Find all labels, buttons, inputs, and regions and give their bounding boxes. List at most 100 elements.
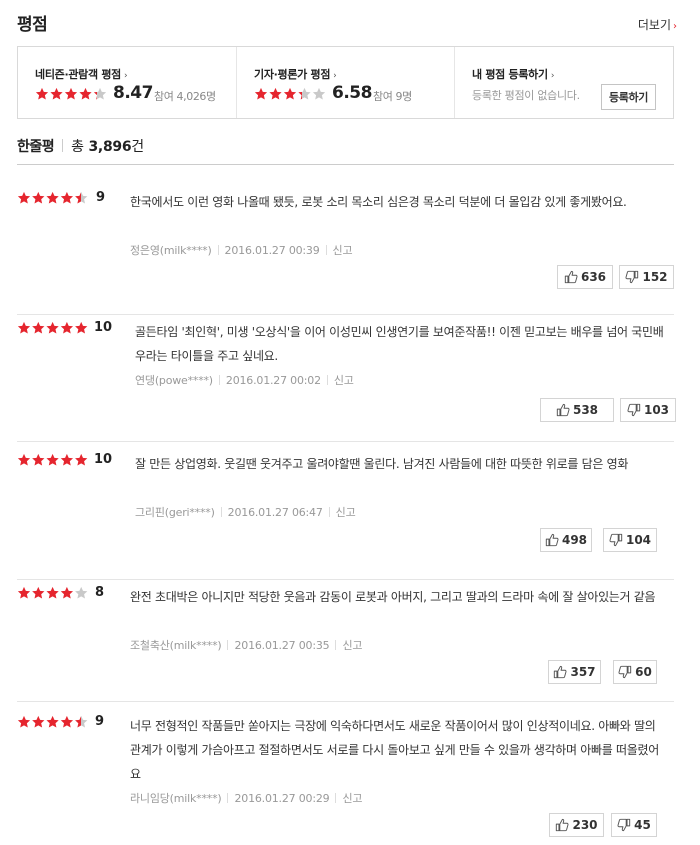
divider xyxy=(218,375,220,385)
review-author: 조철축산(milk****) xyxy=(130,639,222,652)
star-icon xyxy=(50,87,63,100)
dislike-button[interactable]: 45 xyxy=(611,813,657,837)
star-icon xyxy=(35,87,49,100)
critic-rating-title: 기자·평론가 평점 xyxy=(254,68,331,81)
stars-graphic xyxy=(35,87,107,100)
review-meta: 조철축산(milk****) 2016.01.27 00:35 신고 xyxy=(130,637,362,653)
chevron-right-icon: › xyxy=(333,71,337,81)
thumbs-down-icon xyxy=(627,403,641,417)
more-label: 더보기 xyxy=(637,18,671,32)
thumbs-up-icon xyxy=(556,818,569,832)
report-link[interactable]: 신고 xyxy=(336,506,356,519)
report-link[interactable]: 신고 xyxy=(334,374,354,387)
review-score: 9 xyxy=(96,190,106,205)
review-author: 연댕(powe****) xyxy=(135,374,213,387)
dislike-button[interactable]: 60 xyxy=(613,660,657,684)
chevron-right-icon: › xyxy=(550,71,555,81)
dislike-count: 60 xyxy=(635,665,652,679)
star-icon xyxy=(46,321,59,334)
star-rating xyxy=(17,585,88,604)
report-link[interactable]: 신고 xyxy=(342,639,362,652)
more-link[interactable]: 더보기 › xyxy=(638,16,677,33)
register-rating-button[interactable]: 등록하기 xyxy=(601,84,656,110)
review-text: 골든타임 '최인혁', 미생 '오상식'을 이어 이성민씨 인생연기를 보여준작… xyxy=(135,325,664,363)
stars-graphic xyxy=(17,191,88,204)
star-icon xyxy=(79,87,92,100)
star-icon xyxy=(75,715,88,728)
like-count: 230 xyxy=(572,818,598,832)
star-icon xyxy=(75,321,88,334)
divider xyxy=(220,507,222,517)
star-icon xyxy=(75,586,88,599)
like-button[interactable]: 636 xyxy=(557,265,613,289)
star-icon xyxy=(46,715,59,728)
thumbs-down-icon xyxy=(617,818,631,832)
my-rating-title-link[interactable]: 내 평점 등록하기 › xyxy=(472,66,554,82)
like-button[interactable]: 230 xyxy=(549,813,604,837)
star-icon xyxy=(32,586,45,599)
stars-graphic xyxy=(17,321,88,334)
dislike-button[interactable]: 104 xyxy=(603,528,657,552)
netizen-score: 8.47 xyxy=(113,83,153,103)
star-icon xyxy=(32,321,45,334)
star-icon xyxy=(283,87,297,100)
review-text: 너무 전형적인 작품들만 쏟아지는 극장에 익숙하다면서도 새로운 작품이어서 … xyxy=(130,719,659,781)
critic-rating-title-link[interactable]: 기자·평론가 평점 › xyxy=(254,66,337,82)
review-author: 그리핀(geri****) xyxy=(135,506,215,519)
star-icon xyxy=(269,87,282,100)
review-meta: 정은영(milk****) 2016.01.27 00:39 신고 xyxy=(130,242,353,258)
page-title: 평점 xyxy=(17,15,48,35)
like-button[interactable]: 538 xyxy=(540,398,614,422)
star-icon xyxy=(60,586,74,599)
stars-graphic xyxy=(17,715,88,728)
review-meta: 라니임당(milk****) 2016.01.27 00:29 신고 xyxy=(130,790,362,806)
divider xyxy=(17,314,674,315)
divider xyxy=(62,139,64,152)
no-rating-text: 등록한 평점이 없습니다. xyxy=(472,89,580,102)
report-link[interactable]: 신고 xyxy=(342,792,362,805)
review-date: 2016.01.27 06:47 xyxy=(227,506,323,519)
star-icon xyxy=(46,191,59,204)
dislike-count: 45 xyxy=(634,818,651,832)
review-meta: 그리핀(geri****) 2016.01.27 06:47 신고 xyxy=(135,504,356,520)
netizen-rating-title-link[interactable]: 네티즌·관람객 평점 › xyxy=(35,66,128,82)
star-icon xyxy=(60,453,74,466)
star-icon xyxy=(17,586,31,599)
my-rating-title: 내 평점 등록하기 xyxy=(472,68,548,81)
star-rating xyxy=(35,86,107,105)
star-rating xyxy=(17,714,88,733)
star-icon xyxy=(60,321,74,334)
critic-participants: 참여 9명 xyxy=(373,90,412,103)
star-icon xyxy=(17,191,31,204)
dislike-count: 103 xyxy=(643,403,670,417)
divider xyxy=(227,640,229,650)
like-button[interactable]: 498 xyxy=(540,528,592,552)
stars-graphic xyxy=(254,87,326,100)
star-icon xyxy=(17,321,31,334)
review-meta: 연댕(powe****) 2016.01.27 00:02 신고 xyxy=(135,372,354,388)
star-rating xyxy=(17,452,88,471)
review-text: 한국에서도 이런 영화 나올때 됐듯, 로봇 소리 목소리 심은경 목소리 덕분… xyxy=(130,195,627,209)
star-icon xyxy=(32,715,45,728)
divider xyxy=(328,507,330,517)
thumbs-up-icon xyxy=(564,270,578,284)
review-score: 10 xyxy=(94,320,113,335)
dislike-button[interactable]: 152 xyxy=(619,265,674,289)
like-button[interactable]: 357 xyxy=(548,660,601,684)
report-link[interactable]: 신고 xyxy=(333,244,353,257)
divider xyxy=(325,245,327,255)
chevron-right-icon: › xyxy=(123,71,128,81)
divider xyxy=(217,245,219,255)
comments-label: 한줄평 xyxy=(17,139,55,155)
star-rating xyxy=(254,86,326,105)
dislike-button[interactable]: 103 xyxy=(620,398,676,422)
divider xyxy=(17,441,674,442)
divider xyxy=(17,164,674,165)
netizen-rating-title: 네티즌·관람객 평점 xyxy=(35,68,121,81)
star-icon xyxy=(312,87,326,100)
like-count: 636 xyxy=(580,270,607,284)
critic-score: 6.58 xyxy=(332,83,372,103)
review-text: 잘 만든 상업영화. 웃길땐 웃겨주고 울려야할땐 울린다. 남겨진 사람들에 … xyxy=(135,457,629,471)
review-author: 정은영(milk****) xyxy=(130,244,212,257)
star-icon xyxy=(17,715,31,728)
